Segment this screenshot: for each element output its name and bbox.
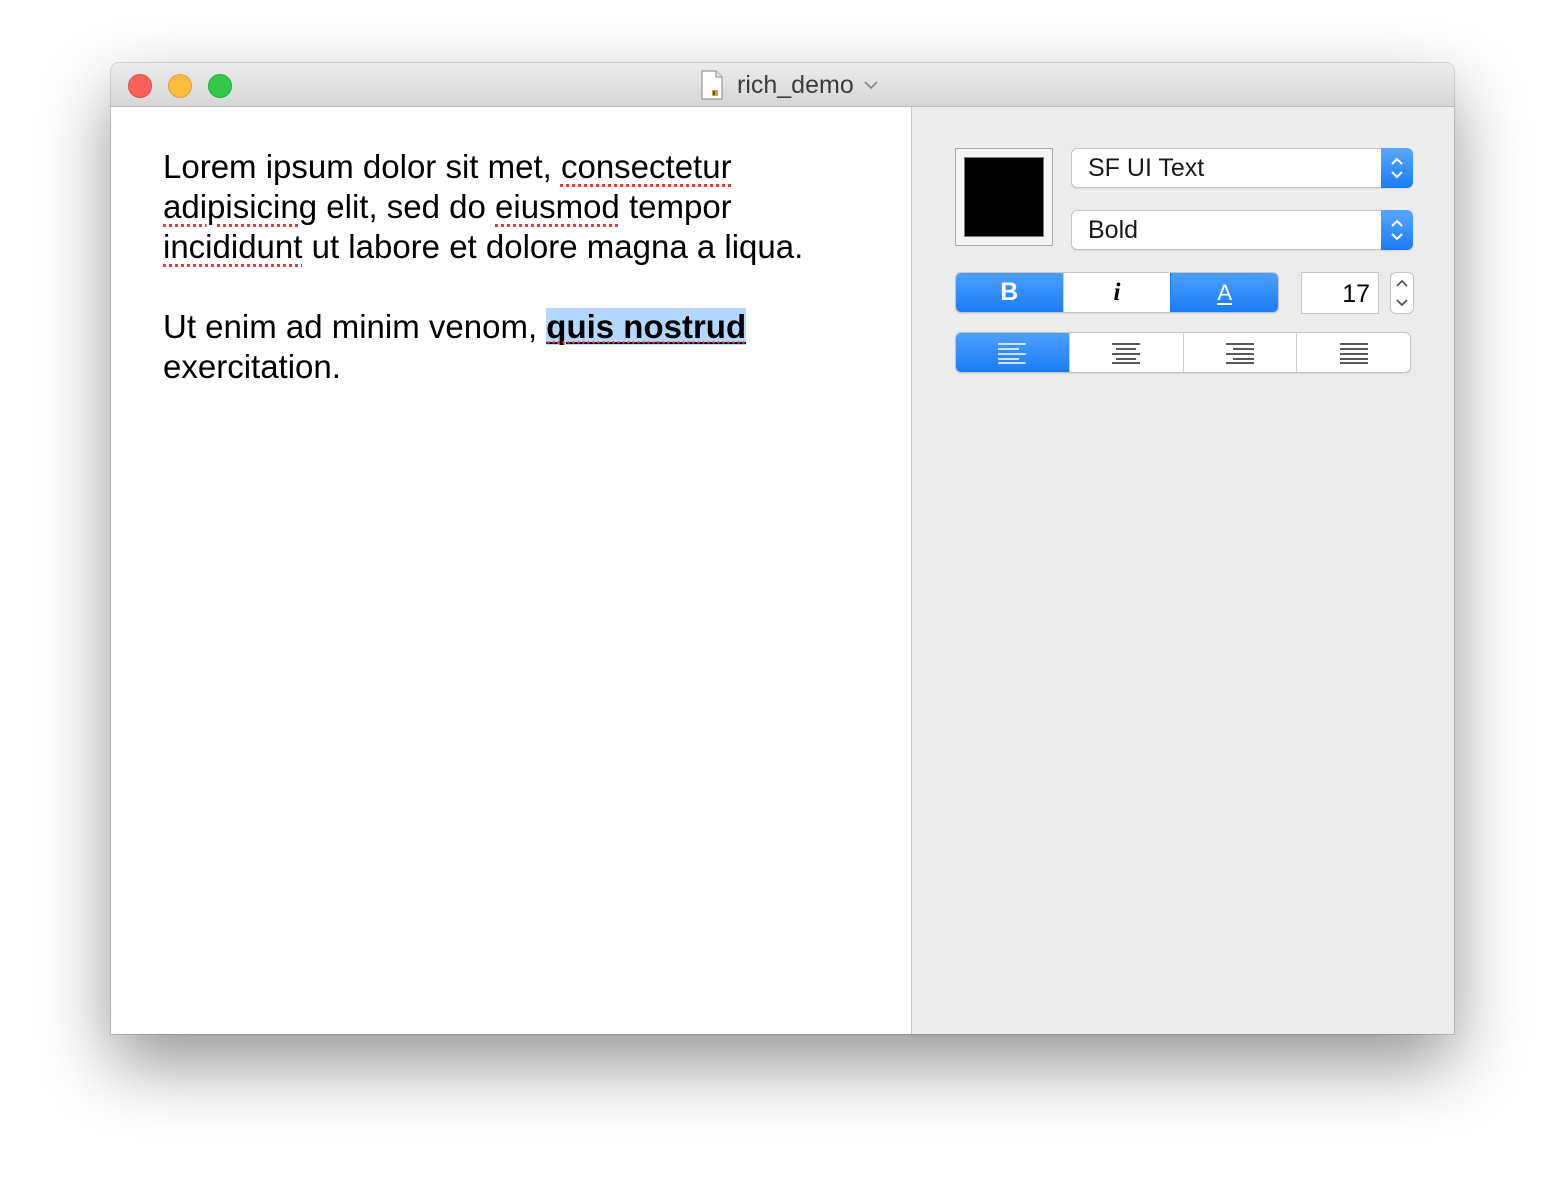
font-style-popup[interactable]: Bold [1071, 210, 1413, 250]
text-editor[interactable]: Lorem ipsum dolor sit met, consectetur a… [111, 107, 912, 1034]
underline-button[interactable]: A [1170, 273, 1278, 312]
spellcheck-underline [546, 341, 747, 344]
title-menu[interactable]: rich_demo [701, 69, 878, 101]
format-inspector: SF UI Text Bold B i A 17 [912, 107, 1454, 1034]
text-run: Ut enim ad minim venom, [163, 308, 547, 345]
misspelled-word[interactable]: incididunt [163, 228, 302, 265]
paragraph-2[interactable]: Ut enim ad minim venom, quis nostrud exe… [163, 307, 823, 387]
updown-arrows-icon [1381, 148, 1413, 188]
bold-icon: B [1000, 278, 1019, 306]
maximize-button[interactable] [208, 74, 232, 98]
selected-text[interactable]: quis nostrud [546, 308, 747, 345]
document-text[interactable]: Lorem ipsum dolor sit met, consectetur a… [163, 147, 823, 387]
font-size-value: 17 [1342, 280, 1370, 308]
chevron-down-icon[interactable] [864, 80, 878, 90]
align-right-icon [1225, 342, 1254, 364]
paragraph-1[interactable]: Lorem ipsum dolor sit met, consectetur a… [163, 147, 823, 267]
misspelled-word[interactable]: consectetur [561, 148, 732, 185]
align-justify-button[interactable] [1296, 333, 1410, 372]
font-family-popup[interactable]: SF UI Text [1071, 148, 1413, 188]
selected-text-label: quis nostrud [546, 308, 747, 345]
italic-button[interactable]: i [1062, 273, 1171, 312]
font-size-stepper[interactable] [1390, 272, 1414, 314]
close-button[interactable] [128, 74, 152, 98]
text-style-control: B i A [955, 272, 1279, 313]
alignment-control [955, 332, 1411, 373]
document-icon [701, 70, 723, 100]
misspelled-word[interactable]: adipisicing [163, 188, 317, 225]
text-run: elit, sed do [317, 188, 496, 225]
text-run: exercitation. [163, 348, 341, 385]
title-bar[interactable]: rich_demo [111, 63, 1454, 107]
text-run: Lorem ipsum dolor sit met, [163, 148, 561, 185]
color-swatch [964, 157, 1044, 237]
text-run: ut labore et dolore magna a liqua. [302, 228, 804, 265]
bold-button[interactable]: B [956, 273, 1063, 312]
minimize-button[interactable] [168, 74, 192, 98]
updown-arrows-icon [1381, 210, 1413, 250]
underline-icon: A [1217, 279, 1233, 305]
text-run: tempor [619, 188, 732, 225]
align-justify-icon [1339, 342, 1368, 364]
color-well[interactable] [955, 148, 1053, 246]
font-style-value: Bold [1088, 216, 1139, 244]
font-size-field[interactable]: 17 [1301, 272, 1379, 314]
italic-icon: i [1113, 278, 1121, 306]
misspelled-word[interactable]: eiusmod [495, 188, 620, 225]
window: rich_demo Lorem ipsum dolor sit met, con… [111, 63, 1454, 1034]
align-center-icon [1112, 342, 1141, 364]
chevron-down-icon[interactable] [1395, 298, 1409, 308]
align-center-button[interactable] [1068, 333, 1183, 372]
chevron-up-icon[interactable] [1395, 278, 1409, 288]
align-left-icon [998, 342, 1027, 364]
font-family-value: SF UI Text [1088, 154, 1205, 182]
align-left-button[interactable] [956, 333, 1069, 372]
window-title: rich_demo [737, 70, 854, 99]
align-right-button[interactable] [1182, 333, 1297, 372]
